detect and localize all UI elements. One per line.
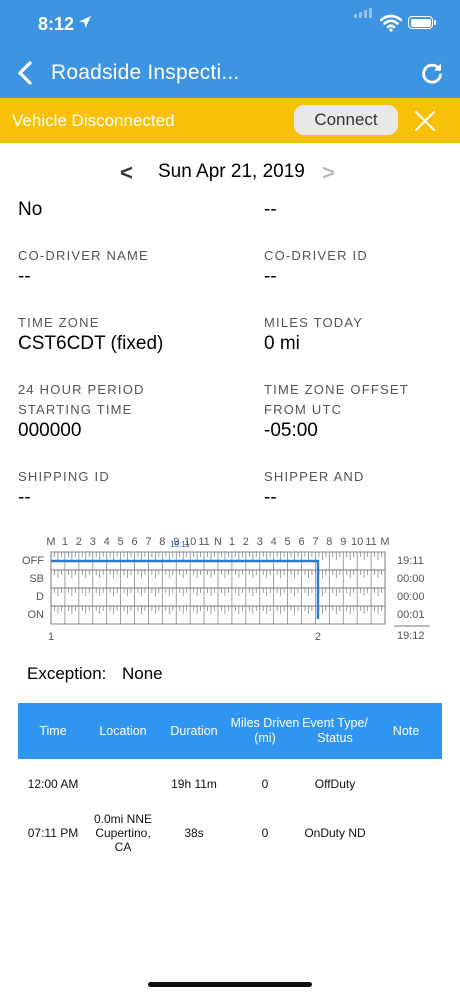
graph-hour-label: M xyxy=(46,536,55,548)
battery-icon xyxy=(408,16,436,29)
cell-miles: 0 xyxy=(261,826,269,840)
log-date: Sun Apr 21, 2019 xyxy=(158,161,305,182)
cell-duration: 38s xyxy=(184,826,204,840)
shipping-id-label: SHIPPING ID xyxy=(18,469,110,484)
graph-hour-label: 8 xyxy=(159,536,165,548)
connect-button[interactable]: Connect xyxy=(294,105,398,135)
shipper-label: SHIPPER AND xyxy=(264,469,365,484)
cell-time: 12:00 AM xyxy=(27,777,79,791)
graph-hour-label: 5 xyxy=(118,536,124,548)
table-row[interactable]: 07:11 PM 0.0mi NNE Cupertino, CA 38s 0 O… xyxy=(18,807,442,859)
page-title: Roadside Inspecti... xyxy=(51,61,240,84)
shipper-value: -- xyxy=(264,487,277,508)
graph-hour-label: 4 xyxy=(104,536,110,548)
graph-row-total: 00:01 xyxy=(397,609,425,621)
cell-note xyxy=(370,759,442,809)
co-driver-name-value: -- xyxy=(18,266,31,287)
graph-hour-label: 6 xyxy=(298,536,304,548)
period-start-label-line1: 24 HOUR PERIOD xyxy=(18,382,145,397)
header-location: Location xyxy=(99,723,147,738)
location-arrow-icon xyxy=(79,16,91,28)
graph-hour-label: 3 xyxy=(257,536,263,548)
vehicle-status-banner: Vehicle Disconnected Connect xyxy=(0,98,460,143)
period-start-value: 000000 xyxy=(18,420,82,441)
cell-time: 07:11 PM xyxy=(27,826,79,840)
graph-hour-label: N xyxy=(214,536,222,548)
tz-offset-label-line2: FROM UTC xyxy=(264,402,343,417)
time-zone-value: CST6CDT (fixed) xyxy=(18,333,164,354)
graph-hour-label: 3 xyxy=(90,536,96,548)
back-chevron-icon[interactable] xyxy=(14,60,36,86)
graph-hour-label: 6 xyxy=(131,536,137,548)
refresh-icon[interactable] xyxy=(420,61,444,85)
header-time: Time xyxy=(39,723,67,738)
banner-text: Vehicle Disconnected xyxy=(12,111,175,130)
graph-marker: 1 xyxy=(48,631,54,643)
graph-hour-label: 7 xyxy=(145,536,151,548)
miles-today-label: MILES TODAY xyxy=(264,315,364,330)
field-value-top-left: No xyxy=(18,199,43,220)
exception-value: None xyxy=(122,664,163,683)
duty-status-graph: M 1 2 3 4 5 6 7 8 9 10 11 N 1 2 3 4 5 6 7 8 9 10 11 MOFF 19:11SB 0… xyxy=(22,536,430,643)
graph-row-label: D xyxy=(36,591,44,603)
graph-hour-label: 2 xyxy=(76,536,82,548)
graph-hour-label: M xyxy=(380,536,389,548)
header-duration: Duration xyxy=(170,723,218,738)
header-miles-driven: Miles Driven (mi) xyxy=(230,716,300,745)
header-note: Note xyxy=(392,723,420,738)
tz-offset-label-line1: TIME ZONE OFFSET xyxy=(264,382,409,397)
cell-miles: 0 xyxy=(261,777,269,791)
graph-hour-label: 1 xyxy=(229,536,235,548)
graph-hour-label: 1 xyxy=(62,536,68,548)
graph-row-label: OFF xyxy=(22,555,44,567)
graph-hour-label: 4 xyxy=(271,536,277,548)
graph-hour-label: 8 xyxy=(326,536,332,548)
graph-row-total: 19:11 xyxy=(397,555,424,567)
time-zone-label: TIME ZONE xyxy=(18,315,100,330)
period-start-label-line2: STARTING TIME xyxy=(18,402,133,417)
next-day-button[interactable]: > xyxy=(322,160,335,186)
graph-hour-label: 10 xyxy=(351,536,363,548)
exception-label: Exception: xyxy=(27,664,107,683)
shipping-id-value: -- xyxy=(18,487,31,508)
graph-hour-label: 9 xyxy=(340,536,346,548)
graph-hour-label: 5 xyxy=(285,536,291,548)
graph-row-label: ON xyxy=(28,609,45,621)
cell-duration: 19h 11m xyxy=(171,777,217,791)
cell-location: 0.0mi NNE Cupertino, CA xyxy=(93,812,152,854)
status-time: 8:12 xyxy=(38,14,75,34)
graph-total-sum: 19:12 xyxy=(397,630,425,642)
graph-hour-label: 11 xyxy=(198,536,209,548)
status-bar: 8:12 xyxy=(0,0,460,48)
graph-hour-label: 2 xyxy=(243,536,249,548)
wifi-icon xyxy=(380,14,402,32)
graph-marker: 2 xyxy=(315,631,321,643)
co-driver-id-value: -- xyxy=(264,266,277,287)
cell-note xyxy=(370,807,442,859)
co-driver-id-label: CO-DRIVER ID xyxy=(264,248,368,263)
cell-location xyxy=(88,759,158,809)
tz-offset-value: -05:00 xyxy=(264,420,318,441)
close-icon[interactable] xyxy=(414,110,436,132)
table-row[interactable]: 12:00 AM 19h 11m 0 OffDuty xyxy=(18,759,442,809)
graph-hour-label: 11 xyxy=(365,536,376,548)
header-event-type: Event Type/ Status xyxy=(302,716,368,745)
cell-event: OnDuty ND xyxy=(304,826,366,840)
navigation-bar: Roadside Inspecti... xyxy=(0,48,460,98)
home-indicator xyxy=(148,982,312,987)
graph-row-total: 00:00 xyxy=(397,573,425,585)
field-value-top-right: -- xyxy=(264,199,277,220)
events-table-header: Time Location Duration Miles Driven (mi)… xyxy=(18,703,442,759)
miles-today-value: 0 mi xyxy=(264,333,300,354)
graph-row-total: 00:00 xyxy=(397,591,425,603)
graph-marker-label: 19:11 xyxy=(170,540,190,549)
previous-day-button[interactable]: < xyxy=(120,160,133,186)
graph-row-label: SB xyxy=(29,573,44,585)
cell-event: OffDuty xyxy=(314,777,356,791)
graph-hour-label: 7 xyxy=(312,536,318,548)
co-driver-name-label: CO-DRIVER NAME xyxy=(18,248,149,263)
